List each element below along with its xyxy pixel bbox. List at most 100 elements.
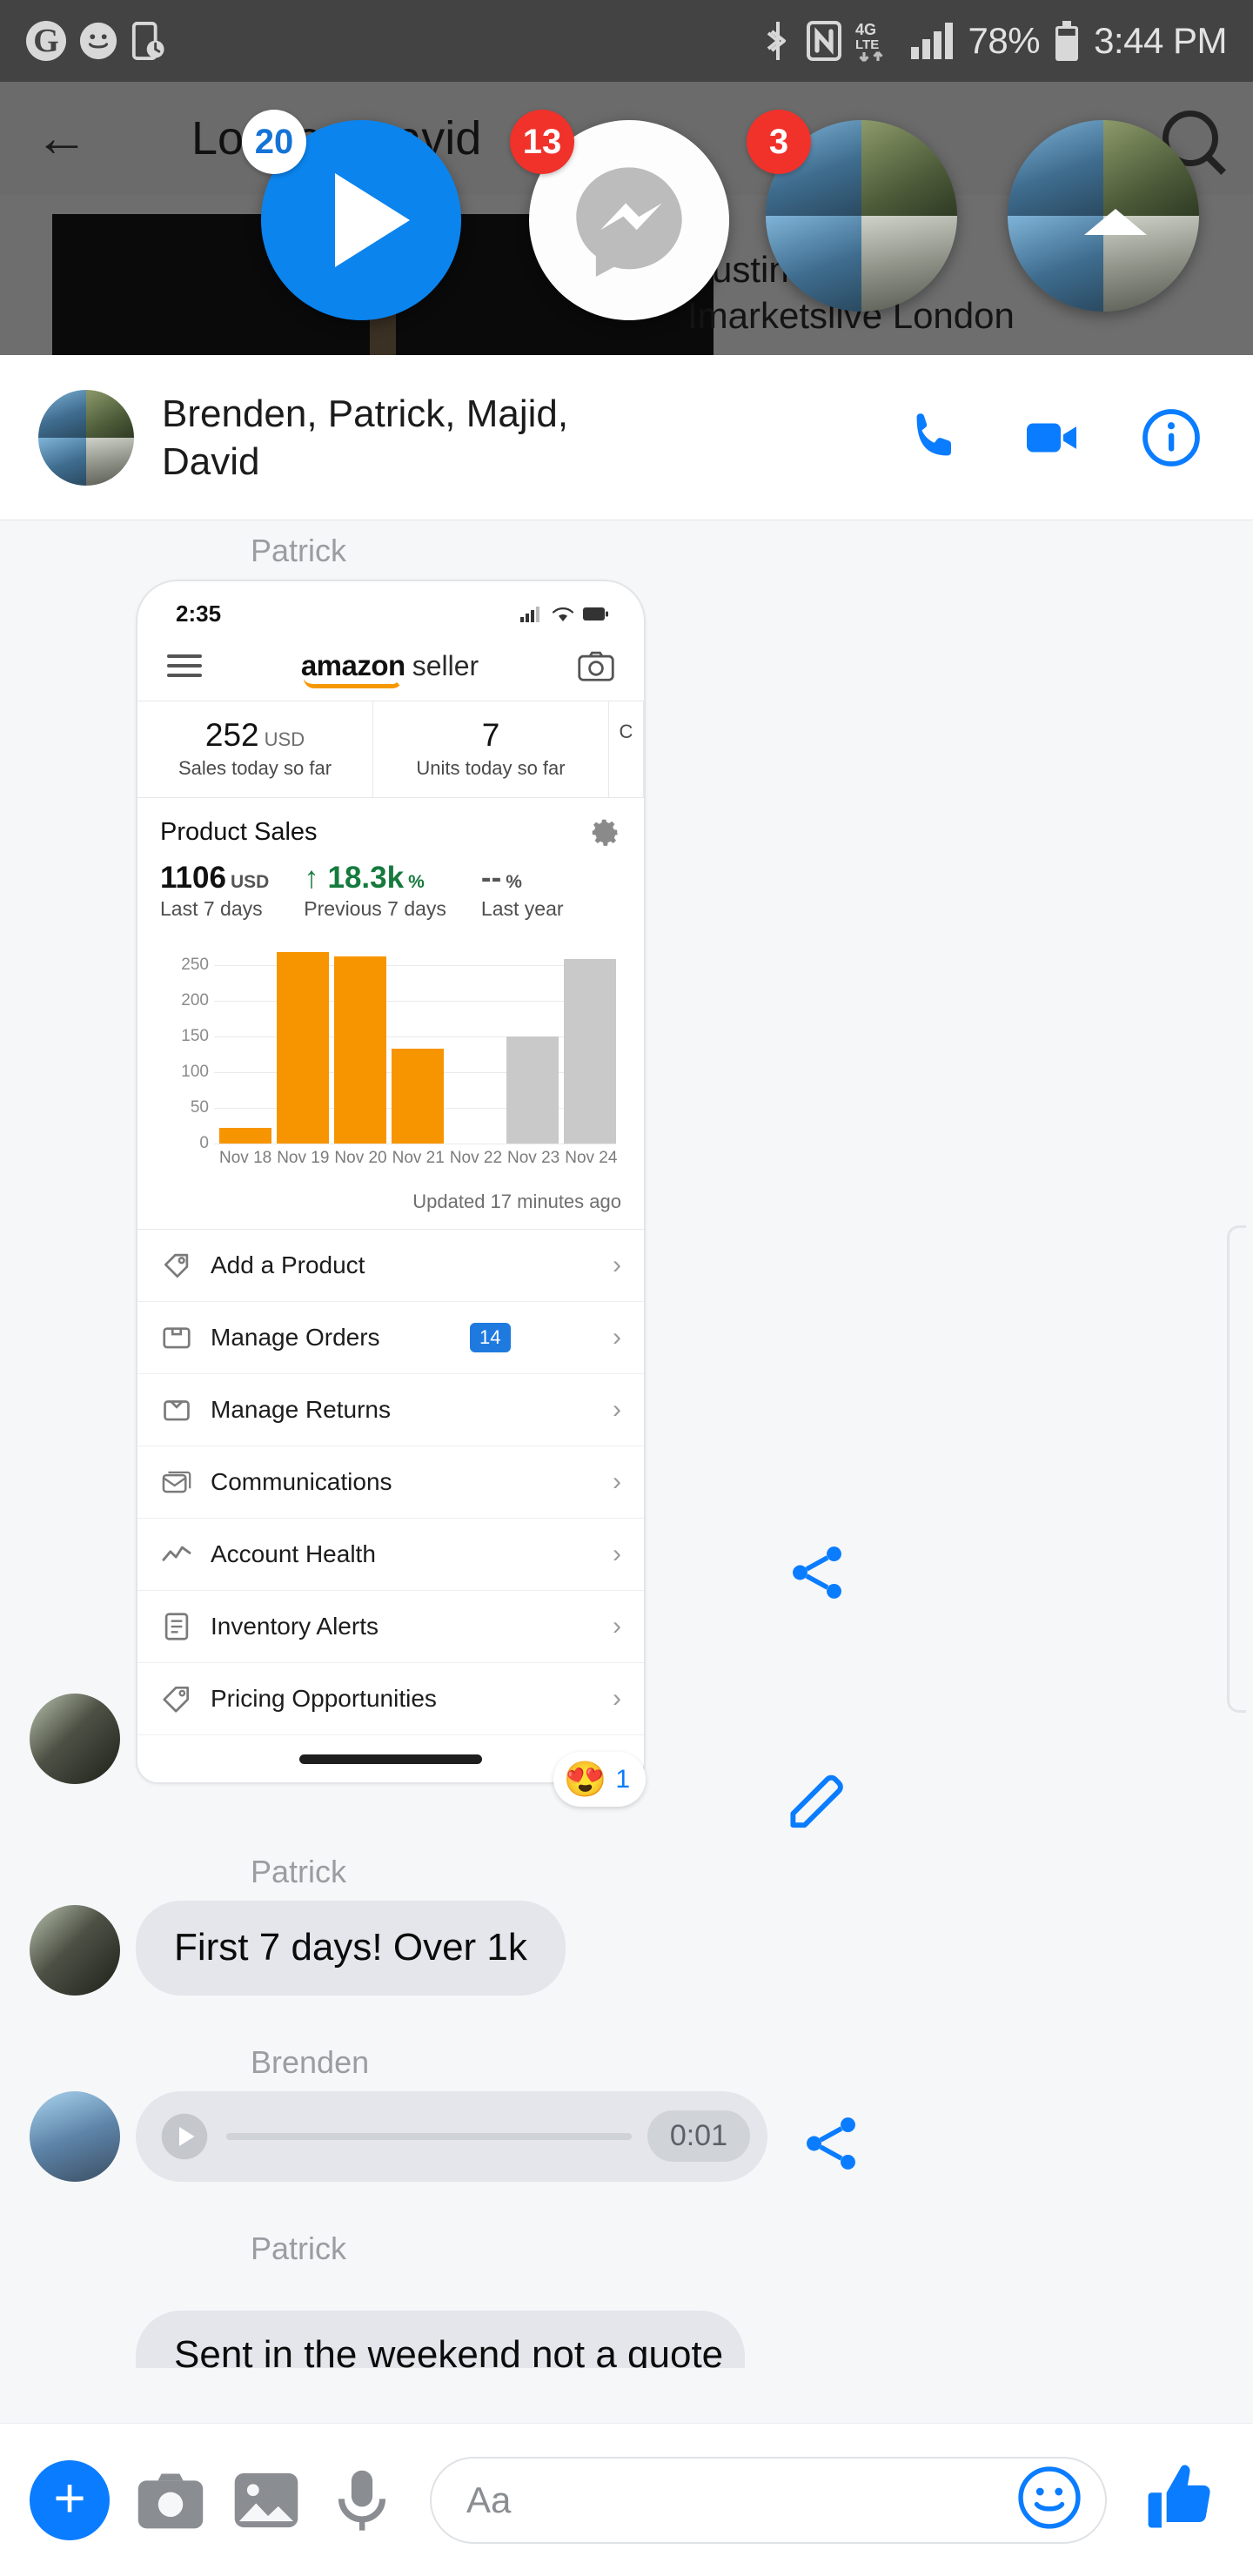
chart-y-tick: 250 — [181, 955, 209, 974]
svg-text:LTE: LTE — [855, 37, 879, 52]
chart-bar — [219, 1127, 271, 1144]
voice-record-button[interactable] — [327, 2465, 397, 2535]
chart-x-tick: Nov 20 — [334, 1149, 387, 1167]
amazon-seller-screenshot-card[interactable]: 2:35 amazon seller 252 USD Sales today s… — [136, 580, 646, 1784]
status-bar-left-icons: G — [26, 21, 167, 61]
card-nav-bar: amazon seller — [137, 636, 644, 701]
share-attachment-button[interactable] — [783, 1539, 851, 1611]
add-button[interactable]: + — [30, 2459, 110, 2540]
gear-icon[interactable] — [588, 815, 621, 849]
chat-head-messenger[interactable]: 13 — [510, 110, 729, 320]
chart-bar — [334, 956, 386, 1144]
conversation-info-button[interactable] — [1140, 406, 1203, 469]
voice-progress-track[interactable] — [226, 2132, 632, 2140]
messenger-bolt-glyph — [576, 167, 682, 277]
menu-item-add-a-product[interactable]: Add a Product › — [137, 1230, 644, 1302]
menu-item-communications[interactable]: Communications › — [137, 1446, 644, 1519]
gallery-button[interactable] — [231, 2465, 301, 2535]
signal-icon — [520, 606, 539, 622]
message-reaction[interactable]: 😍 1 — [553, 1752, 646, 1807]
image-icon — [234, 2472, 298, 2527]
chart-x-axis-labels: Nov 18 Nov 19 Nov 20 Nov 21 Nov 22 Nov 23 Nov … — [160, 1149, 621, 1168]
product-sales-section: Product Sales 1106 USD Last 7 days ↑ 18.… — [137, 798, 644, 1177]
menu-item-manage-returns[interactable]: Manage Returns › — [137, 1374, 644, 1446]
hamburger-icon[interactable] — [167, 648, 202, 683]
chat-head-pointer — [1084, 209, 1147, 235]
metric-last-7-days: 1106 USD Last 7 days — [160, 861, 269, 921]
message-bubble-partial[interactable]: Sent in the weekend not a quote — [136, 2310, 745, 2368]
chart-x-tick: Nov 18 — [219, 1149, 272, 1167]
avatar[interactable] — [30, 2090, 120, 2182]
share-icon — [807, 2116, 855, 2170]
stat-sales-today[interactable]: 252 USD Sales today so far — [137, 701, 373, 797]
messenger-sheet: Brenden, Patrick, Majid, David Patrick 2… — [0, 355, 1253, 2576]
avatar-placeholder — [30, 2277, 120, 2368]
tag-icon — [160, 1249, 197, 1282]
video-call-button[interactable] — [1022, 406, 1084, 469]
chevron-right-icon: › — [613, 1540, 621, 1568]
message-row-text: First 7 days! Over 1k — [0, 1901, 1253, 1996]
menu-item-inventory-alerts[interactable]: Inventory Alerts › — [137, 1591, 644, 1663]
chart-x-tick: Nov 23 — [507, 1149, 560, 1167]
chart-y-tick: 200 — [181, 990, 209, 1010]
metric-unit: % — [506, 872, 522, 892]
scrollbar[interactable] — [1227, 1225, 1246, 1713]
metric-unit: % — [408, 872, 425, 892]
stat-units-today[interactable]: 7 Units today so far — [373, 701, 609, 797]
voice-duration-label: 0:01 — [647, 2110, 750, 2163]
menu-item-manage-orders[interactable]: Manage Orders 14 › — [137, 1302, 644, 1374]
conversation-actions — [903, 406, 1215, 469]
camera-button[interactable] — [136, 2465, 205, 2535]
menu-item-label: Communications — [211, 1468, 392, 1495]
chat-head-video-player[interactable]: 20 — [242, 110, 461, 320]
chart-bar — [392, 1048, 444, 1144]
stat-label: C — [619, 721, 633, 742]
chart-bars — [219, 943, 616, 1144]
battery-icon — [583, 607, 608, 621]
stat-partial[interactable]: C — [609, 701, 644, 797]
chart-x-tick: Nov 21 — [392, 1149, 445, 1167]
chat-head-group-1[interactable]: 3 — [747, 110, 957, 312]
message-thread[interactable]: Patrick 2:35 amazon seller 252 USD Sales… — [0, 520, 1253, 2576]
conversation-title[interactable]: Brenden, Patrick, Majid, David — [162, 390, 649, 486]
chart-x-tick: Nov 22 — [449, 1149, 503, 1167]
stat-value: 7 — [481, 717, 500, 753]
share-icon — [793, 1546, 841, 1599]
share-voice-button[interactable] — [797, 2110, 865, 2182]
voice-call-button[interactable] — [903, 406, 966, 469]
message-bubble[interactable]: First 7 days! Over 1k — [136, 1901, 566, 1996]
chat-head-badge: 13 — [510, 110, 574, 174]
4g-lte-icon: 4G LTE — [855, 19, 895, 63]
avatar[interactable] — [30, 1694, 120, 1784]
emoji-button[interactable] — [1016, 2465, 1082, 2535]
chevron-right-icon: › — [613, 1684, 621, 1713]
battery-percent-label: 78% — [968, 20, 1041, 61]
card-menu-list: Add a Product › Manage Orders 14 › Manage Ret… — [137, 1229, 644, 1735]
info-icon — [1142, 408, 1200, 466]
metric-label: Previous 7 days — [304, 897, 446, 920]
reaction-emoji: 😍 — [563, 1761, 607, 1799]
metric-value: ↑ 18.3k — [304, 861, 405, 895]
like-button[interactable] — [1140, 2458, 1223, 2542]
conversation-avatar[interactable] — [38, 389, 134, 486]
message-input[interactable]: Aa — [430, 2456, 1107, 2544]
card-clock: 2:35 — [176, 600, 222, 627]
metric-label: Last 7 days — [160, 897, 263, 920]
play-icon[interactable] — [158, 2110, 211, 2163]
voice-message-bubble[interactable]: 0:01 — [136, 2090, 767, 2182]
chart-bar — [277, 951, 329, 1144]
card-status-bar: 2:35 — [137, 581, 644, 636]
product-sales-title: Product Sales — [160, 817, 318, 846]
return-box-icon — [160, 1393, 197, 1426]
pencil-icon — [790, 1774, 843, 1828]
chart-x-tick: Nov 19 — [277, 1149, 330, 1167]
menu-item-label: Account Health — [211, 1540, 376, 1567]
edit-attachment-button[interactable] — [783, 1765, 851, 1837]
message-row-attachment: 2:35 amazon seller 252 USD Sales today s… — [0, 580, 1253, 1807]
clock-label: 3:44 PM — [1094, 20, 1227, 61]
menu-item-pricing-opportunities[interactable]: Pricing Opportunities › — [137, 1663, 644, 1735]
avatar[interactable] — [30, 1904, 120, 1996]
chart-updated-label: Updated 17 minutes ago — [412, 1191, 621, 1212]
camera-icon[interactable] — [578, 651, 614, 681]
menu-item-account-health[interactable]: Account Health › — [137, 1519, 644, 1591]
